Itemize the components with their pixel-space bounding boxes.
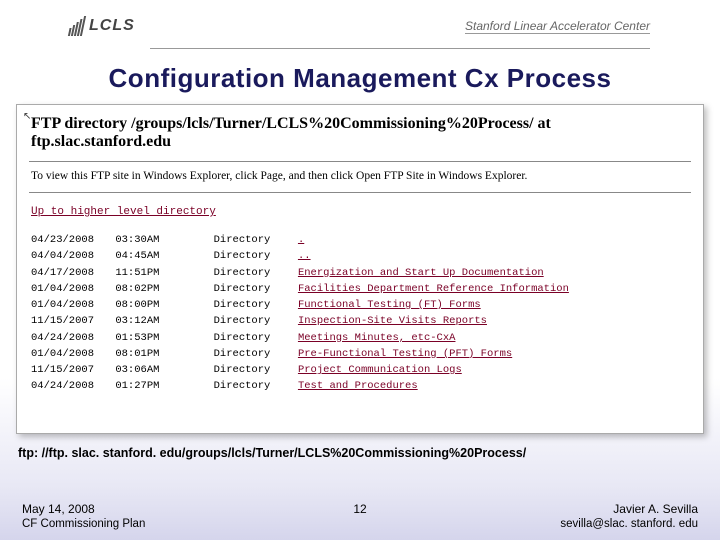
col-time: 08:00PM bbox=[115, 297, 177, 313]
list-item: 04/24/2008 01:53PM Directory Meetings Mi… bbox=[31, 330, 693, 346]
footer-left: May 14, 2008 CF Commissioning Plan bbox=[22, 502, 340, 530]
dir-link[interactable]: .. bbox=[298, 250, 311, 262]
col-time: 03:12AM bbox=[115, 313, 177, 329]
org-name: Stanford Linear Accelerator Center bbox=[465, 19, 650, 34]
dir-link[interactable]: Inspection-Site Visits Reports bbox=[298, 315, 487, 327]
list-item: 01/04/2008 08:01PM Directory Pre-Functio… bbox=[31, 346, 693, 362]
list-item: 11/15/2007 03:06AM Directory Project Com… bbox=[31, 362, 693, 378]
col-date: 04/24/2008 bbox=[31, 330, 109, 346]
col-date: 04/23/2008 bbox=[31, 232, 109, 248]
col-type: Directory bbox=[214, 232, 292, 248]
ftp-listing: 04/23/2008 03:30AM Directory . 04/04/200… bbox=[31, 232, 693, 395]
list-item: 01/04/2008 08:02PM Directory Facilities … bbox=[31, 281, 693, 297]
dir-link[interactable]: Energization and Start Up Documentation bbox=[298, 267, 544, 279]
up-directory-link[interactable]: Up to higher level directory bbox=[31, 206, 216, 218]
col-type: Directory bbox=[214, 248, 292, 264]
page-number: 12 bbox=[340, 502, 380, 516]
header-divider bbox=[150, 48, 650, 49]
dir-link[interactable]: Test and Procedures bbox=[298, 380, 418, 392]
col-type: Directory bbox=[214, 313, 292, 329]
lcls-logo: LCLS bbox=[70, 16, 135, 36]
footer-right: Javier A. Sevilla sevilla@slac. stanford… bbox=[380, 502, 698, 530]
ftp-browser-screenshot: ↖ FTP directory /groups/lcls/Turner/LCLS… bbox=[16, 104, 704, 434]
col-time: 03:30AM bbox=[115, 232, 177, 248]
col-type: Directory bbox=[214, 281, 292, 297]
col-type: Directory bbox=[214, 265, 292, 281]
ftp-page-heading: FTP directory /groups/lcls/Turner/LCLS%2… bbox=[31, 115, 693, 151]
slide-title: Configuration Management Cx Process bbox=[0, 63, 720, 94]
col-date: 11/15/2007 bbox=[31, 313, 109, 329]
dir-link[interactable]: Meetings Minutes, etc-CxA bbox=[298, 332, 456, 344]
dir-link[interactable]: Project Communication Logs bbox=[298, 364, 462, 376]
hr-divider bbox=[29, 161, 691, 162]
dir-link[interactable]: Functional Testing (FT) Forms bbox=[298, 299, 481, 311]
col-date: 01/04/2008 bbox=[31, 281, 109, 297]
dir-link[interactable]: Pre-Functional Testing (PFT) Forms bbox=[298, 348, 512, 360]
footer-plan: CF Commissioning Plan bbox=[22, 518, 340, 530]
col-date: 11/15/2007 bbox=[31, 362, 109, 378]
col-type: Directory bbox=[214, 378, 292, 394]
col-date: 01/04/2008 bbox=[31, 297, 109, 313]
footer-date: May 14, 2008 bbox=[22, 502, 340, 516]
ftp-instruction-text: To view this FTP site in Windows Explore… bbox=[31, 170, 693, 182]
logo-bars-icon bbox=[68, 16, 86, 36]
ftp-url-caption: ftp: //ftp. slac. stanford. edu/groups/l… bbox=[18, 446, 704, 460]
list-item: 04/04/2008 04:45AM Directory .. bbox=[31, 248, 693, 264]
col-time: 08:01PM bbox=[115, 346, 177, 362]
col-time: 01:53PM bbox=[115, 330, 177, 346]
slide-header: LCLS Stanford Linear Accelerator Center bbox=[0, 0, 720, 48]
footer-author: Javier A. Sevilla bbox=[380, 502, 698, 516]
col-time: 01:27PM bbox=[115, 378, 177, 394]
col-type: Directory bbox=[214, 297, 292, 313]
col-date: 04/17/2008 bbox=[31, 265, 109, 281]
col-time: 08:02PM bbox=[115, 281, 177, 297]
col-type: Directory bbox=[214, 330, 292, 346]
hr-divider bbox=[29, 192, 691, 193]
col-type: Directory bbox=[214, 362, 292, 378]
list-item: 01/04/2008 08:00PM Directory Functional … bbox=[31, 297, 693, 313]
list-item: 04/24/2008 01:27PM Directory Test and Pr… bbox=[31, 378, 693, 394]
col-date: 04/24/2008 bbox=[31, 378, 109, 394]
col-time: 03:06AM bbox=[115, 362, 177, 378]
footer-email: sevilla@slac. stanford. edu bbox=[380, 518, 698, 530]
col-type: Directory bbox=[214, 346, 292, 362]
dir-link[interactable]: . bbox=[298, 234, 304, 246]
col-time: 04:45AM bbox=[115, 248, 177, 264]
logo-text: LCLS bbox=[89, 17, 135, 35]
slide-footer: May 14, 2008 CF Commissioning Plan 12 Ja… bbox=[0, 502, 720, 530]
list-item: 11/15/2007 03:12AM Directory Inspection-… bbox=[31, 313, 693, 329]
list-item: 04/23/2008 03:30AM Directory . bbox=[31, 232, 693, 248]
col-date: 04/04/2008 bbox=[31, 248, 109, 264]
cursor-icon: ↖ bbox=[23, 111, 31, 122]
col-time: 11:51PM bbox=[115, 265, 177, 281]
list-item: 04/17/2008 11:51PM Directory Energizatio… bbox=[31, 265, 693, 281]
dir-link[interactable]: Facilities Department Reference Informat… bbox=[298, 283, 569, 295]
col-date: 01/04/2008 bbox=[31, 346, 109, 362]
